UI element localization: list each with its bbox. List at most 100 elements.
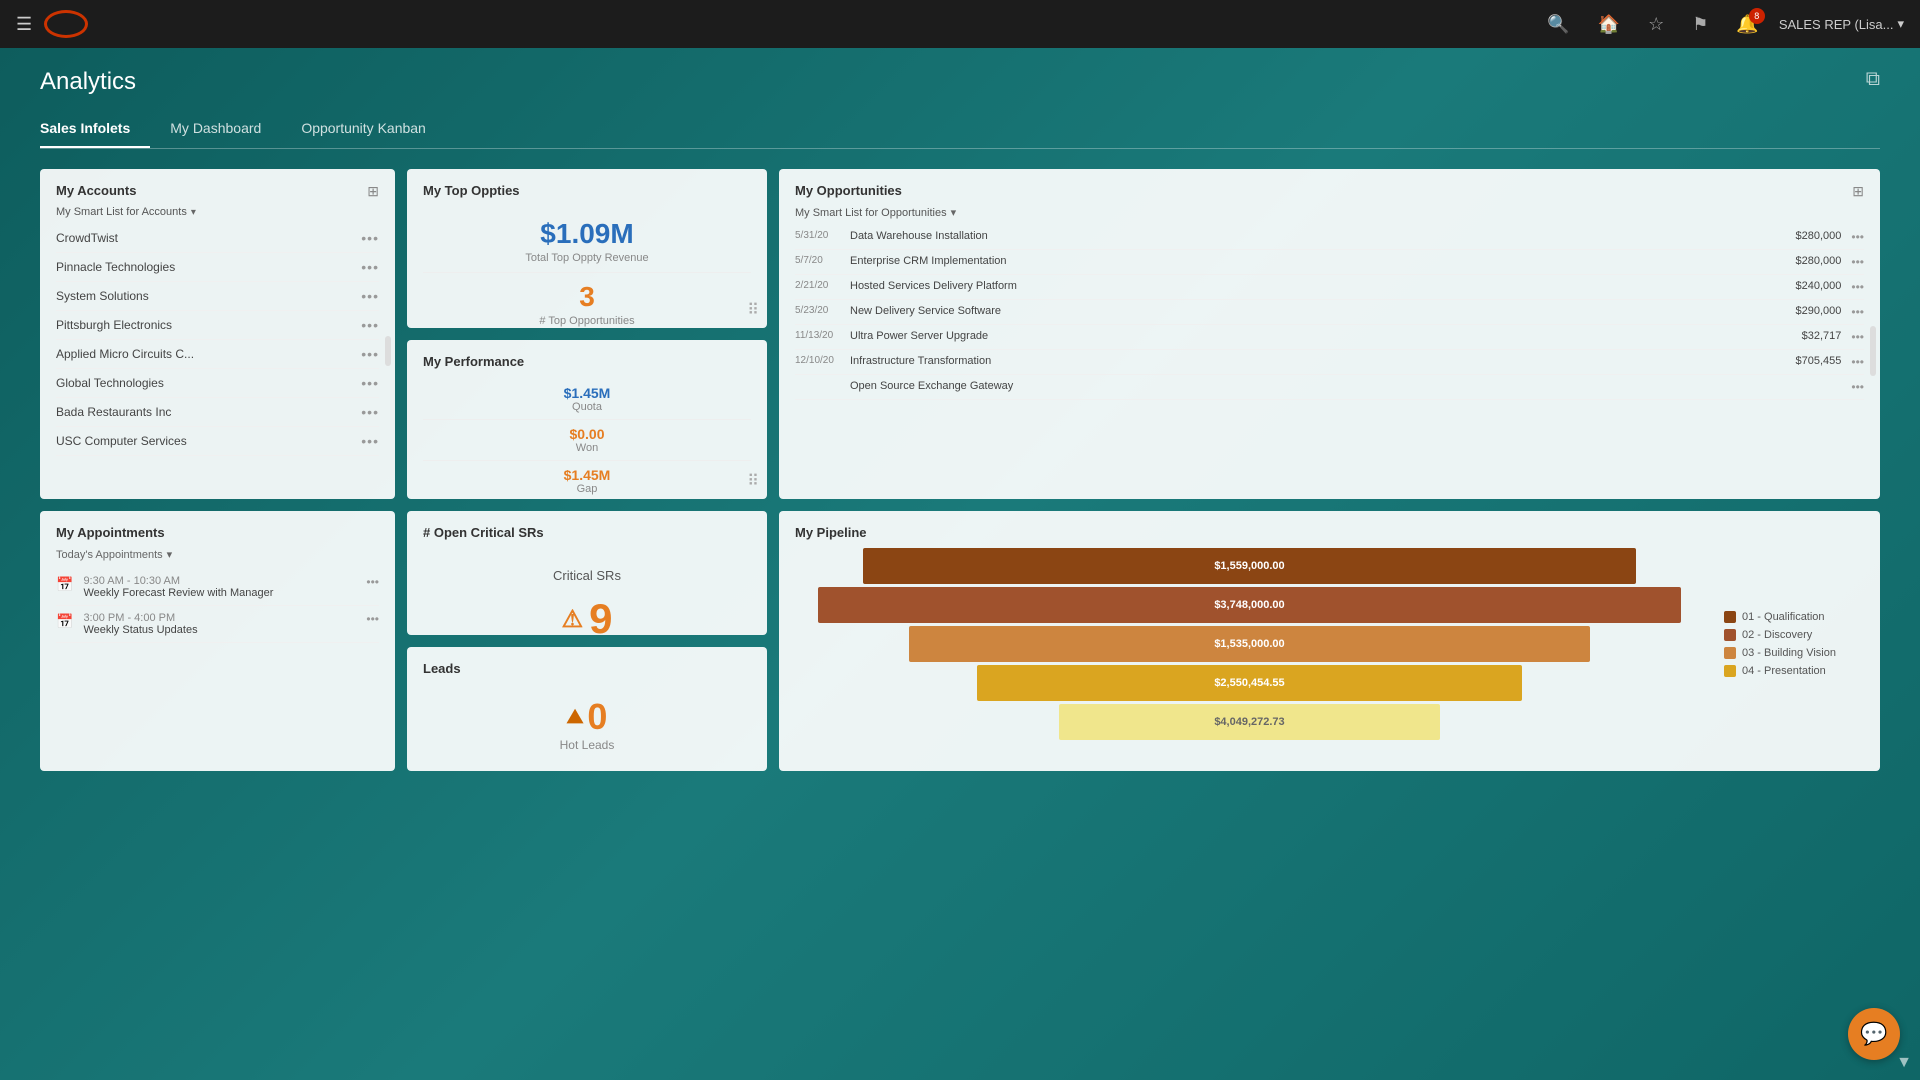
top-oppties-metrics: $1.09M Total Top Oppty Revenue 3 # Top O…	[423, 206, 751, 328]
copy-icon[interactable]: ⧉	[1866, 68, 1880, 91]
appointment-item[interactable]: 📅 3:00 PM - 4:00 PM Weekly Status Update…	[56, 606, 379, 643]
item-menu-dots[interactable]: •••	[361, 288, 379, 304]
opportunities-list[interactable]: 5/31/20 Data Warehouse Installation $280…	[795, 225, 1864, 400]
won-value: $0.00	[423, 426, 751, 442]
appointments-card-title: My Appointments	[56, 525, 379, 540]
search-icon[interactable]: 🔍	[1547, 14, 1569, 35]
pipeline-title: My Pipeline	[795, 525, 1864, 540]
list-item[interactable]: USC Computer Services •••	[56, 427, 379, 456]
list-item[interactable]: Pinnacle Technologies •••	[56, 253, 379, 282]
my-accounts-card: My Accounts My Smart List for Accounts ▾…	[40, 169, 395, 499]
funnel-bar-2: $3,748,000.00	[818, 587, 1682, 623]
critical-srs-card: # Open Critical SRs Critical SRs ⚠ 9	[407, 511, 767, 635]
appt-menu-dots[interactable]: •••	[366, 612, 379, 626]
leads-card: Leads ⛰ 0 Hot Leads	[407, 647, 767, 771]
pipeline-content: $1,559,000.00 $3,748,000.00 $1,535,000.0…	[795, 548, 1864, 740]
oppty-menu-dots[interactable]: •••	[1851, 255, 1864, 269]
tabs-bar: Sales Infolets My Dashboard Opportunity …	[40, 112, 1880, 149]
right-col-row1: My Opportunities My Smart List for Oppor…	[779, 169, 1880, 499]
user-chevron: ▾	[1897, 16, 1904, 32]
oppty-count-label: # Top Opportunities	[423, 315, 751, 327]
item-menu-dots[interactable]: •••	[361, 230, 379, 246]
list-item[interactable]: Applied Micro Circuits C... •••	[56, 340, 379, 369]
oppty-smart-list[interactable]: My Smart List for Opportunities ▾	[795, 206, 956, 219]
leads-flame-icon: ⛰	[567, 706, 584, 729]
item-menu-dots[interactable]: •••	[361, 346, 379, 362]
user-menu[interactable]: SALES REP (Lisa... ▾	[1779, 16, 1904, 32]
leads-content: ⛰ 0 Hot Leads	[423, 684, 751, 764]
performance-metrics: $1.45M Quota $0.00 Won $1.45M Gap	[423, 377, 751, 499]
accounts-smart-list-label: My Smart List for Accounts	[56, 206, 187, 218]
critical-srs-content: Critical SRs ⚠ 9	[423, 548, 751, 635]
chat-button[interactable]: 💬	[1848, 1008, 1900, 1060]
flag-icon[interactable]: ⚑	[1692, 14, 1708, 35]
oppty-menu-dots[interactable]: •••	[1851, 355, 1864, 369]
accounts-list[interactable]: CrowdTwist ••• Pinnacle Technologies •••…	[56, 224, 379, 456]
appt-time: 3:00 PM - 4:00 PM	[83, 612, 197, 624]
drag-handle[interactable]: ⠿	[747, 300, 759, 320]
list-item[interactable]: Bada Restaurants Inc •••	[56, 398, 379, 427]
list-item[interactable]: System Solutions •••	[56, 282, 379, 311]
item-menu-dots[interactable]: •••	[361, 404, 379, 420]
oppty-smart-list-label: My Smart List for Opportunities	[795, 207, 947, 219]
funnel-bar-3: $1,535,000.00	[909, 626, 1591, 662]
oppty-menu-dots[interactable]: •••	[1851, 330, 1864, 344]
star-icon[interactable]: ☆	[1648, 14, 1664, 35]
oppty-item[interactable]: 5/31/20 Data Warehouse Installation $280…	[795, 225, 1864, 250]
my-appointments-card: My Appointments Today's Appointments ▾ 📅…	[40, 511, 395, 771]
scroll-track[interactable]	[385, 336, 391, 366]
legend-color	[1724, 647, 1736, 659]
revenue-label: Total Top Oppty Revenue	[423, 252, 751, 264]
list-item[interactable]: Pittsburgh Electronics •••	[56, 311, 379, 340]
item-menu-dots[interactable]: •••	[361, 375, 379, 391]
oppty-menu-dots[interactable]: •••	[1851, 380, 1864, 394]
oppty-scroll-track[interactable]	[1870, 326, 1876, 376]
drag-handle[interactable]: ⠿	[747, 471, 759, 491]
legend-item: 03 - Building Vision	[1724, 647, 1864, 659]
list-item[interactable]: Global Technologies •••	[56, 369, 379, 398]
quota-value: $1.45M	[423, 385, 751, 401]
pipeline-card: My Pipeline $1,559,000.00 $3,748,000.00 …	[779, 511, 1880, 771]
calendar-icon: 📅	[56, 576, 73, 593]
oppty-menu-dots[interactable]: •••	[1851, 305, 1864, 319]
item-menu-dots[interactable]: •••	[361, 259, 379, 275]
list-item[interactable]: CrowdTwist •••	[56, 224, 379, 253]
accounts-smart-list[interactable]: My Smart List for Accounts ▾	[56, 206, 196, 218]
appt-menu-dots[interactable]: •••	[366, 575, 379, 589]
smart-list-arrow: ▾	[191, 207, 196, 218]
tab-opportunity-kanban[interactable]: Opportunity Kanban	[301, 112, 446, 148]
oppty-item[interactable]: 12/10/20 Infrastructure Transformation $…	[795, 350, 1864, 375]
oppty-menu-dots[interactable]: •••	[1851, 230, 1864, 244]
oppty-item[interactable]: Open Source Exchange Gateway •••	[795, 375, 1864, 400]
appt-name: Weekly Status Updates	[83, 624, 197, 636]
user-label: SALES REP (Lisa...	[1779, 17, 1894, 32]
appointments-subtitle: Today's Appointments ▾	[56, 548, 379, 561]
pipeline-funnel: $1,559,000.00 $3,748,000.00 $1,535,000.0…	[795, 548, 1704, 740]
leads-title: Leads	[423, 661, 751, 676]
top-oppties-card: My Top Oppties $1.09M Total Top Oppty Re…	[407, 169, 767, 328]
oppty-item[interactable]: 2/21/20 Hosted Services Delivery Platfor…	[795, 275, 1864, 300]
funnel-bar-5: $4,049,272.73	[1059, 704, 1441, 740]
hamburger-menu[interactable]: ☰	[16, 14, 32, 35]
notification-bell[interactable]: 🔔 8	[1736, 14, 1758, 35]
pipeline-legend: 01 - Qualification 02 - Discovery 03 - B…	[1724, 548, 1864, 740]
legend-item: 01 - Qualification	[1724, 611, 1864, 623]
oppty-item[interactable]: 11/13/20 Ultra Power Server Upgrade $32,…	[795, 325, 1864, 350]
critical-srs-title: # Open Critical SRs	[423, 525, 751, 540]
oppty-item[interactable]: 5/7/20 Enterprise CRM Implementation $28…	[795, 250, 1864, 275]
page-title: Analytics	[40, 68, 1880, 96]
oppty-menu-dots[interactable]: •••	[1851, 280, 1864, 294]
critical-srs-value: ⚠ 9	[423, 595, 751, 635]
accounts-grid-icon[interactable]: ⊞	[367, 183, 379, 200]
mid-col-row1: My Top Oppties $1.09M Total Top Oppty Re…	[407, 169, 767, 499]
home-icon[interactable]: 🏠	[1598, 14, 1620, 35]
oppty-count: 3	[423, 281, 751, 313]
item-menu-dots[interactable]: •••	[361, 317, 379, 333]
legend-color	[1724, 665, 1736, 677]
tab-my-dashboard[interactable]: My Dashboard	[170, 112, 281, 148]
oppty-grid-icon[interactable]: ⊞	[1852, 183, 1864, 200]
oppty-item[interactable]: 5/23/20 New Delivery Service Software $2…	[795, 300, 1864, 325]
tab-sales-infolets[interactable]: Sales Infolets	[40, 112, 150, 148]
appointment-item[interactable]: 📅 9:30 AM - 10:30 AM Weekly Forecast Rev…	[56, 569, 379, 606]
item-menu-dots[interactable]: •••	[361, 433, 379, 449]
